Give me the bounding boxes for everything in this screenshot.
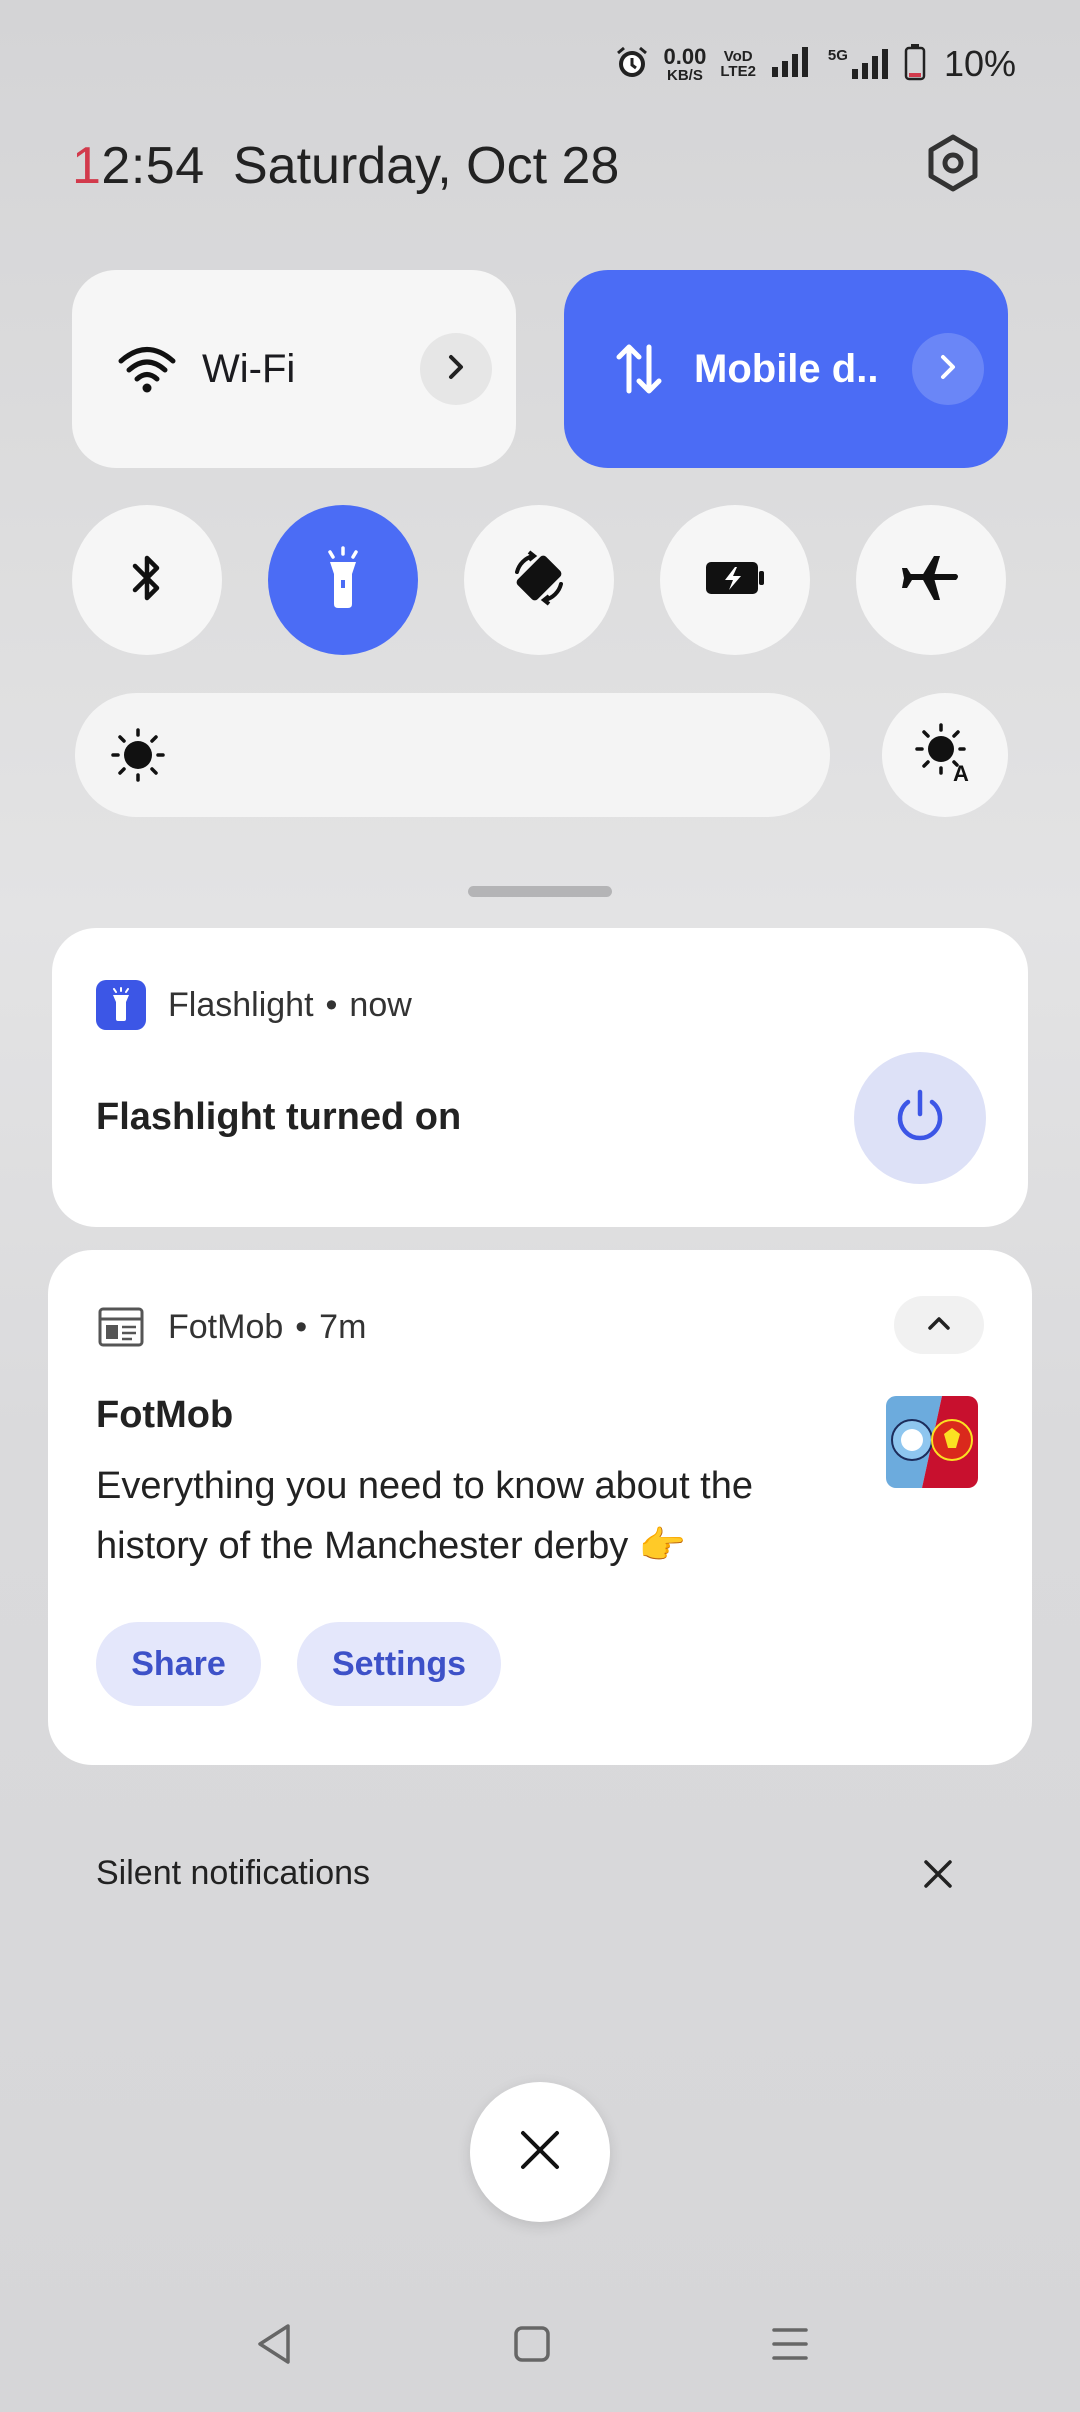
fotmob-app-icon	[96, 1302, 146, 1352]
silent-notifications-header: Silent notifications	[96, 1854, 371, 1892]
settings-action-button[interactable]: Settings	[297, 1622, 501, 1706]
clock[interactable]: 12:54	[72, 136, 205, 196]
wifi-expand-button[interactable]	[420, 333, 492, 405]
notification-time: 7m	[319, 1307, 367, 1346]
mobile-data-tile[interactable]: Mobile d..	[564, 270, 1008, 468]
signal-5g-icon: 5G	[828, 47, 890, 81]
notification-header: FotMob • 7m	[96, 1302, 366, 1352]
notification-time: now	[349, 985, 412, 1024]
notification-thumbnail	[886, 1396, 978, 1488]
battery-icon	[904, 43, 926, 86]
flashlight-notification[interactable]: Flashlight • now Flashlight turned on	[52, 928, 1028, 1227]
clear-all-button[interactable]	[470, 2082, 610, 2222]
collapse-notification-button[interactable]	[894, 1296, 984, 1354]
wifi-label: Wi-Fi	[202, 346, 296, 391]
alarm-icon	[614, 44, 650, 85]
notification-app-name: Flashlight	[168, 985, 314, 1024]
menu-lines-icon	[770, 2324, 810, 2369]
clear-silent-notifications-button[interactable]	[912, 1850, 964, 1902]
close-icon	[922, 1858, 954, 1895]
clock-rest: 2:54	[101, 137, 205, 195]
notification-header: Flashlight • now	[96, 980, 412, 1030]
bluetooth-icon	[127, 550, 167, 611]
flashlight-app-icon	[96, 980, 146, 1030]
volte-indicator: VoD LTE2	[720, 48, 756, 80]
brightness-slider[interactable]	[75, 693, 830, 817]
power-icon	[890, 1086, 950, 1151]
wifi-tile[interactable]: Wi-Fi	[72, 270, 516, 468]
chevron-right-icon	[445, 352, 467, 387]
status-bar: 0.00 KB/S VoD LTE2 5G 10%	[614, 38, 1016, 90]
close-icon	[518, 2128, 562, 2177]
flashlight-toggle[interactable]	[268, 505, 418, 655]
notification-title: Flashlight turned on	[96, 1096, 462, 1138]
fotmob-notification[interactable]: FotMob • 7m FotMob Everything you need t…	[48, 1250, 1032, 1765]
share-button[interactable]: Share	[96, 1622, 261, 1706]
auto-brightness-icon: A	[913, 721, 977, 790]
net-speed: 0.00 KB/S	[663, 43, 707, 84]
mobile-data-label: Mobile d..	[694, 346, 879, 391]
battery-percent: 10%	[943, 43, 1016, 84]
notification-title: FotMob	[96, 1394, 234, 1436]
notification-body: Everything you need to know about the hi…	[96, 1465, 754, 1567]
battery-charging-icon	[704, 558, 766, 603]
signal-icon	[770, 45, 814, 84]
airplane-mode-toggle[interactable]	[856, 505, 1006, 655]
notification-app-name: FotMob	[168, 1307, 284, 1346]
date[interactable]: Saturday, Oct 28	[233, 136, 619, 196]
settings-button[interactable]	[918, 130, 988, 200]
auto-rotate-toggle[interactable]	[464, 505, 614, 655]
battery-saver-toggle[interactable]	[660, 505, 810, 655]
bluetooth-toggle[interactable]	[72, 505, 222, 655]
airplane-icon	[900, 552, 962, 609]
turn-off-flashlight-button[interactable]	[854, 1052, 986, 1184]
mobile-data-icon	[606, 336, 672, 402]
nav-home-button[interactable]	[502, 2316, 562, 2376]
chevron-right-icon	[937, 352, 959, 387]
clock-first-digit: 1	[72, 137, 102, 195]
flashlight-icon	[318, 545, 368, 615]
auto-brightness-button[interactable]: A	[882, 693, 1008, 817]
nav-recents-button[interactable]	[760, 2316, 820, 2376]
wifi-icon	[114, 336, 180, 402]
mobile-data-expand-button[interactable]	[912, 333, 984, 405]
rotate-icon	[507, 546, 571, 615]
brightness-icon	[103, 720, 173, 790]
chevron-up-icon	[926, 1314, 952, 1337]
nav-back-button[interactable]	[244, 2316, 304, 2376]
home-square-icon	[512, 2324, 552, 2369]
svg-text:A: A	[953, 761, 969, 785]
back-triangle-icon	[254, 2322, 294, 2371]
gear-icon	[924, 134, 982, 197]
drag-handle[interactable]	[468, 886, 612, 897]
